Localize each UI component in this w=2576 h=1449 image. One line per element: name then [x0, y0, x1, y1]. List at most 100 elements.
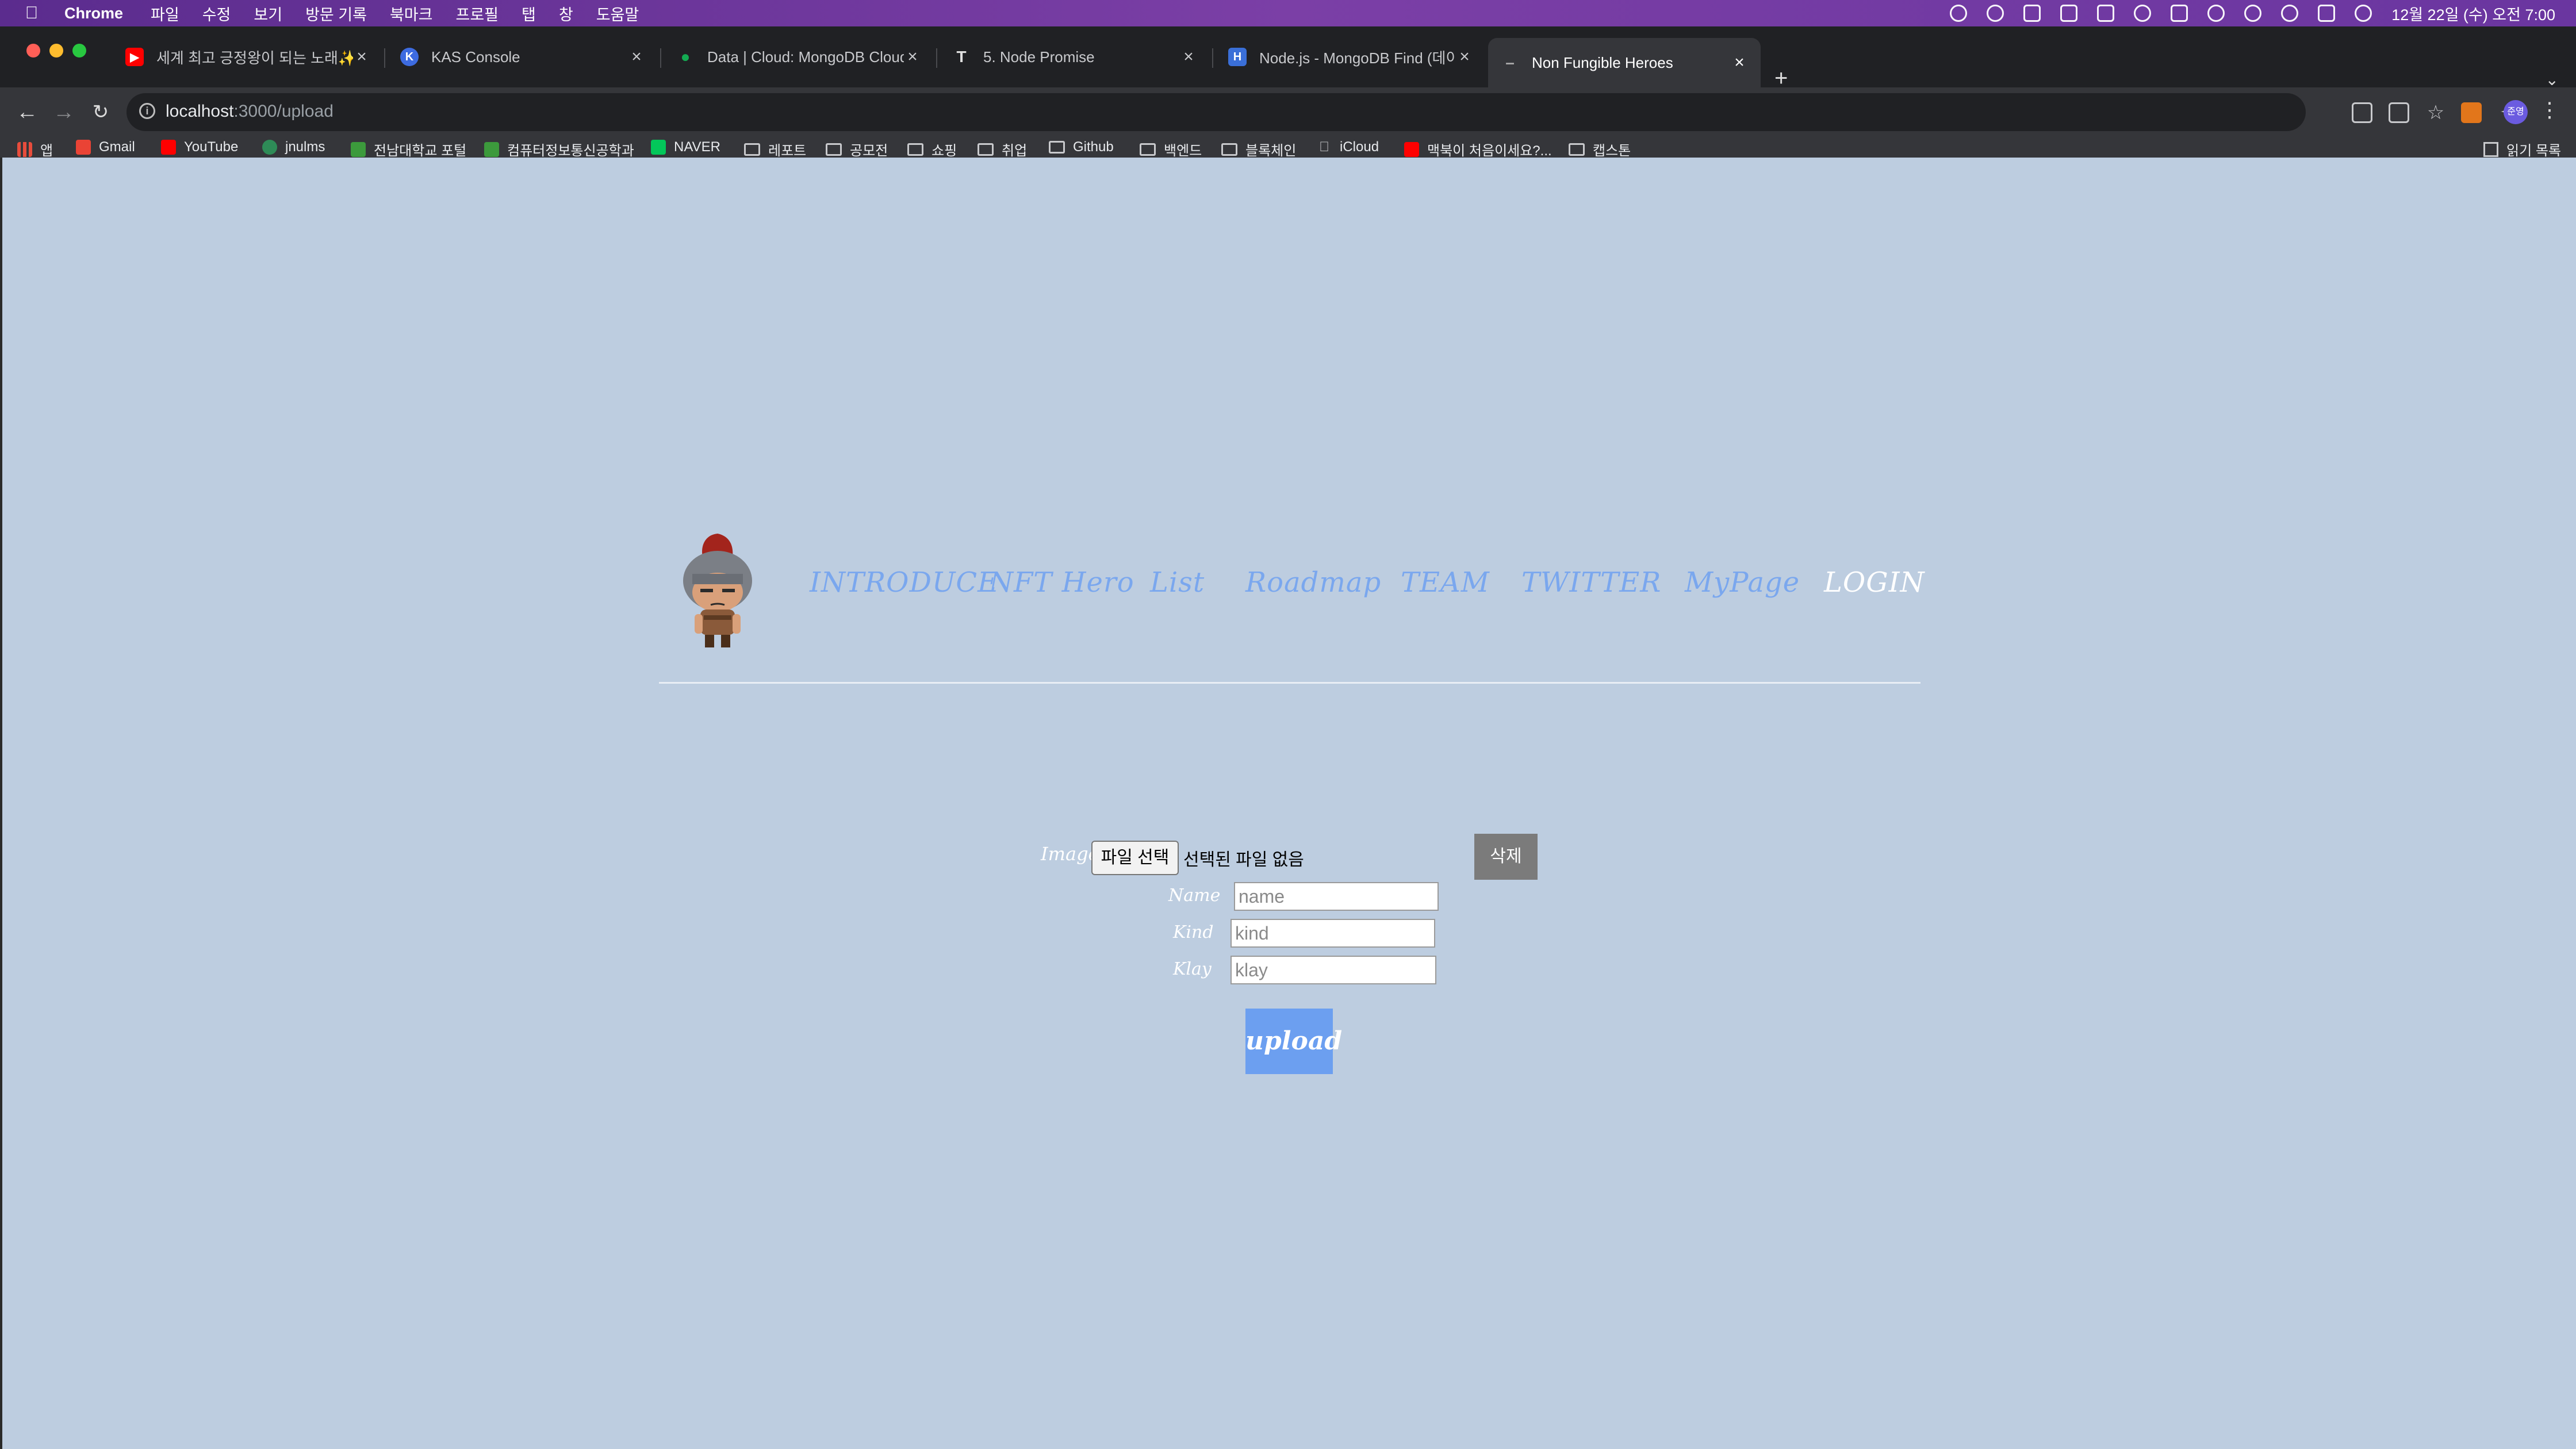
address-bar[interactable]: i localhost:3000/upload [126, 93, 2306, 131]
reload-icon[interactable]: ↻ [86, 98, 115, 126]
reading-list-icon [2483, 141, 2498, 157]
spotlight-search-icon[interactable] [2281, 5, 2299, 22]
menu-chrome[interactable]: Chrome [64, 5, 123, 22]
bookmark-folder-report[interactable]: 레포트 [744, 139, 806, 159]
tab-node-promise[interactable]: T 5. Node Promise × [940, 38, 1210, 76]
menu-help[interactable]: 도움말 [596, 2, 639, 25]
cloud-icon[interactable] [1987, 5, 2004, 22]
menu-edit[interactable]: 수정 [202, 2, 231, 25]
bookmark-jnulms[interactable]: jnulms [262, 139, 325, 155]
bookmark-folder-shopping[interactable]: 쇼핑 [907, 139, 957, 159]
bookmark-label: 백엔드 [1164, 143, 1202, 159]
upload-button[interactable]: upload [1245, 1009, 1342, 1074]
bookmark-label: iCloud [1340, 139, 1379, 155]
reading-list-label: 읽기 목록 [2506, 143, 2561, 159]
hero-logo[interactable] [677, 529, 758, 656]
close-tab-icon[interactable]: × [628, 47, 645, 67]
page-viewport [0, 158, 2576, 1449]
delete-button[interactable]: 삭제 [1474, 834, 1538, 880]
menu-profiles[interactable]: 프로필 [455, 2, 499, 25]
control-center-icon[interactable] [2318, 5, 2336, 22]
menu-view[interactable]: 보기 [254, 2, 282, 25]
apple-menu-icon[interactable]:  [22, 3, 41, 23]
tab-non-fungible-heroes[interactable]: – Non Fungible Heroes × [1488, 38, 1761, 87]
input-source-icon[interactable] [2171, 5, 2188, 22]
new-tab-plus-icon[interactable]: + [1774, 67, 1788, 90]
glasses-icon[interactable] [2023, 5, 2041, 22]
bookmark-folder-capstone[interactable]: 캡스톤 [1569, 139, 1631, 159]
profile-avatar[interactable]: 준영 [2504, 100, 2528, 124]
play-icon[interactable] [2134, 5, 2152, 22]
bookmark-folder-github[interactable]: Github [1049, 139, 1114, 155]
klay-input[interactable]: klay [1230, 956, 1436, 984]
close-tab-icon[interactable]: × [1180, 47, 1197, 67]
jnu-icon [351, 141, 366, 157]
bookmark-label: 블록체인 [1245, 143, 1297, 159]
tab-separator [384, 48, 385, 68]
tab-mongodb-cloud[interactable]: ● Data | Cloud: MongoDB Cloud × [664, 38, 934, 76]
nav-login[interactable]: LOGIN [1824, 566, 1925, 599]
zoom-window-button[interactable] [72, 44, 86, 57]
nav-team[interactable]: TEAM [1401, 566, 1490, 599]
menubar-clock[interactable]: 12월 22일 (수) 오전 7:00 [2391, 2, 2555, 25]
command-icon[interactable] [2060, 5, 2078, 22]
minimize-window-button[interactable] [49, 44, 63, 57]
close-tab-icon[interactable]: × [1731, 53, 1748, 72]
nav-nft-hero[interactable]: NFT Hero [989, 566, 1134, 599]
bookmark-label: 컴퓨터정보통신공학과 [507, 143, 634, 159]
close-tab-icon[interactable]: × [1456, 47, 1473, 67]
more-menu-icon[interactable]: ⋮ [2539, 98, 2560, 122]
kind-label: Kind [1173, 922, 1214, 942]
tab-node-mongodb-find[interactable]: H Node.js - MongoDB Find (데이터 × [1216, 38, 1486, 76]
menu-tab[interactable]: 탭 [522, 2, 536, 25]
user-icon[interactable] [2244, 5, 2262, 22]
bookmark-jnu-portal[interactable]: 전남대학교 포털 [351, 139, 466, 159]
tab-title: Data | Cloud: MongoDB Cloud [707, 48, 904, 66]
menu-file[interactable]: 파일 [151, 2, 179, 25]
wifi-icon[interactable] [2207, 5, 2225, 22]
bookmark-gmail[interactable]: Gmail [76, 139, 135, 155]
kind-input[interactable]: kind [1230, 919, 1435, 948]
translate-icon[interactable] [2352, 102, 2372, 123]
close-tab-icon[interactable]: × [353, 47, 370, 67]
menu-bookmarks[interactable]: 북마크 [390, 2, 433, 25]
siri-icon[interactable] [2355, 5, 2372, 22]
tab-youtube[interactable]: ▶ 세계 최고 긍정왕이 되는 노래✨🎵 × [113, 38, 383, 76]
folder-icon [1569, 143, 1585, 156]
nav-list[interactable]: List [1150, 566, 1205, 599]
bookmark-folder-jobs[interactable]: 취업 [977, 139, 1027, 159]
name-input[interactable]: name [1234, 882, 1439, 911]
bookmark-apps[interactable]: 앱 [17, 139, 53, 159]
forward-arrow-icon[interactable]: → [49, 98, 78, 126]
record-icon[interactable] [1950, 5, 1968, 22]
bookmark-folder-blockchain[interactable]: 블록체인 [1221, 139, 1296, 159]
fork-icon[interactable] [2097, 5, 2115, 22]
bookmark-naver[interactable]: NAVER [651, 139, 720, 155]
tab-kas-console[interactable]: K KAS Console × [388, 38, 658, 76]
nav-roadmap[interactable]: Roadmap [1245, 566, 1381, 599]
bookmark-label: 캡스톤 [1593, 143, 1631, 159]
tab-search-chevron-icon[interactable]: ⌄ [2546, 70, 2559, 89]
site-info-icon[interactable]: i [139, 103, 155, 119]
bookmark-macbook-guide[interactable]: 맥북이 처음이세요?... [1404, 139, 1552, 159]
url-text[interactable]: localhost:3000/upload [166, 102, 334, 121]
bookmark-folder-backend[interactable]: 백엔드 [1140, 139, 1202, 159]
bookmark-folder-contest[interactable]: 공모전 [826, 139, 888, 159]
menu-history[interactable]: 방문 기록 [305, 2, 367, 25]
bookmark-youtube[interactable]: YouTube [161, 139, 238, 155]
close-window-button[interactable] [26, 44, 40, 57]
bookmark-star-icon[interactable]: ☆ [2425, 102, 2446, 123]
nav-introduce[interactable]: INTRODUCE [810, 566, 998, 599]
reading-list[interactable]: 읽기 목록 [2483, 139, 2561, 159]
file-select-button[interactable]: 파일 선택 [1091, 841, 1179, 875]
folder-icon [826, 143, 842, 156]
share-icon[interactable] [2389, 102, 2409, 123]
menu-window[interactable]: 창 [559, 2, 573, 25]
close-tab-icon[interactable]: × [904, 47, 921, 67]
bookmark-icloud[interactable]:  iCloud [1317, 139, 1379, 155]
nav-twitter[interactable]: TWITTER [1521, 566, 1661, 599]
bookmark-dept[interactable]: 컴퓨터정보통신공학과 [484, 139, 634, 159]
back-arrow-icon[interactable]: ← [13, 98, 41, 126]
nav-mypage[interactable]: MyPage [1685, 566, 1800, 599]
metamask-icon[interactable] [2461, 102, 2482, 123]
